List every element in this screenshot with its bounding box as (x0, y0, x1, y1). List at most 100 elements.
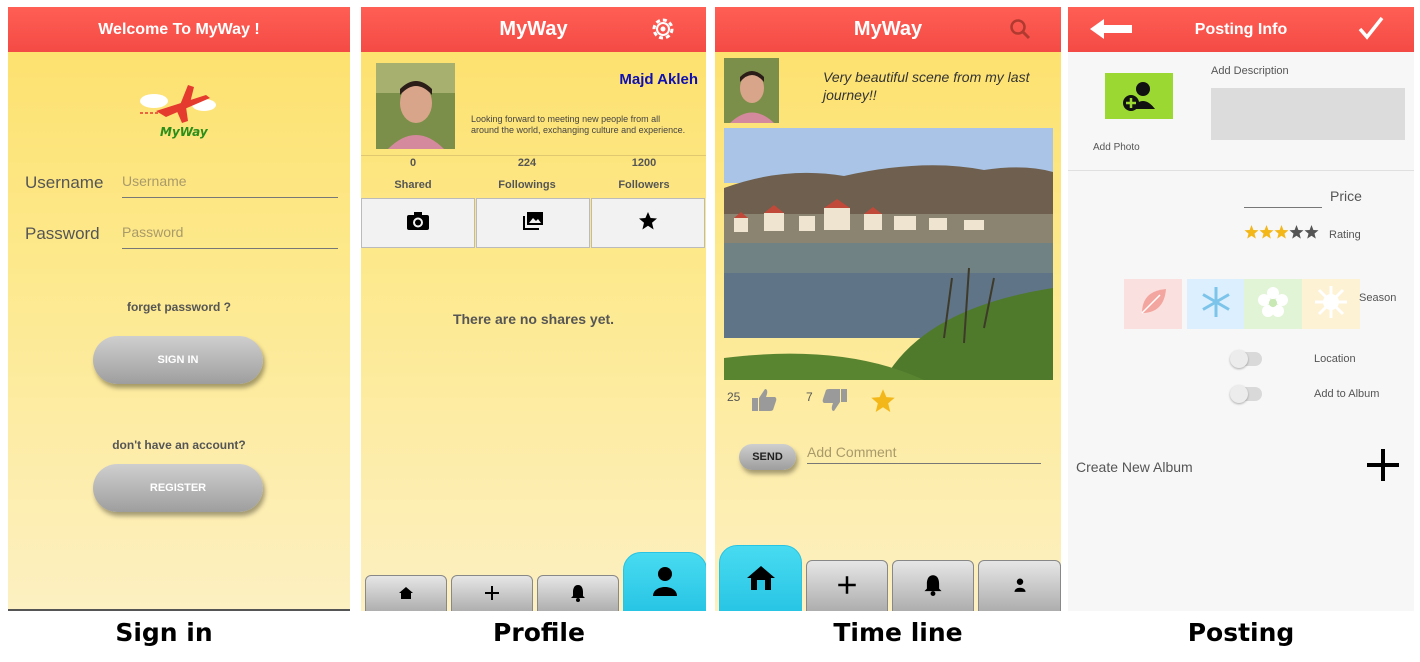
stat-followers[interactable]: 1200 Followers (589, 157, 699, 191)
location-label: Location (1314, 353, 1356, 365)
timeline-screen: MyWay Very beautiful scene from my last … (715, 7, 1061, 611)
profile-bio: Looking forward to meeting new people fr… (471, 114, 686, 135)
description-input[interactable] (1211, 88, 1405, 140)
nav-profile-button[interactable] (978, 560, 1061, 611)
caption-timeline: Time line (833, 618, 963, 647)
forget-password-link[interactable]: forget password ? (8, 300, 350, 314)
thumbs-up-icon[interactable] (751, 388, 777, 417)
nav-notifications-button[interactable] (892, 560, 974, 611)
albums-tab[interactable] (476, 198, 590, 248)
stat-shared[interactable]: 0 Shared (361, 157, 468, 191)
dislike-count: 7 (806, 390, 813, 404)
posting-screen: Posting Info Add Photo Add Description P… (1068, 7, 1414, 611)
add-to-album-toggle[interactable] (1230, 385, 1262, 403)
price-label: Price (1330, 188, 1362, 204)
bottom-divider (8, 609, 350, 611)
camera-icon (406, 211, 430, 236)
stat-followers-label: Followers (618, 179, 670, 191)
bell-icon (570, 584, 586, 607)
search-icon[interactable] (1009, 18, 1031, 46)
posting-header: Posting Info (1068, 7, 1414, 52)
post-author-avatar[interactable] (724, 58, 779, 123)
sun-icon (1314, 285, 1348, 324)
favorite-star-icon[interactable] (870, 388, 896, 419)
price-input[interactable] (1244, 207, 1322, 208)
create-album-plus-icon[interactable] (1365, 447, 1401, 488)
profile-header: MyWay (361, 7, 706, 52)
stat-followers-count: 1200 (631, 157, 657, 169)
profile-title: MyWay (499, 18, 568, 40)
plus-icon (484, 585, 500, 606)
username-field[interactable]: Username (122, 173, 338, 198)
caption-posting: Posting (1187, 618, 1295, 647)
register-button[interactable]: REGISTER (93, 464, 263, 512)
nav-add-button[interactable] (806, 560, 888, 611)
rating-star-filled[interactable] (1244, 225, 1259, 239)
nav-add-button[interactable] (451, 575, 533, 611)
signin-header: Welcome To MyWay ! (8, 7, 350, 52)
leaf-icon (1136, 285, 1170, 324)
season-winter-option[interactable] (1187, 279, 1245, 329)
timeline-header: MyWay (715, 7, 1061, 52)
bell-icon (923, 574, 943, 601)
gallery-icon (522, 211, 544, 236)
username-label: Username (25, 173, 104, 192)
signin-button[interactable]: SIGN IN (93, 336, 263, 384)
post-text: Very beautiful scene from my last journe… (823, 69, 1030, 103)
timeline-title: MyWay (853, 18, 923, 40)
password-field[interactable]: Password (122, 224, 338, 249)
posting-title: Posting Info (1194, 20, 1288, 38)
profile-name: Majd Akleh (619, 71, 698, 88)
rating-star-filled[interactable] (1259, 225, 1274, 239)
add-to-album-label: Add to Album (1314, 388, 1380, 400)
send-comment-button[interactable]: SEND (739, 444, 796, 470)
settings-gear-icon[interactable] (650, 16, 676, 48)
season-label: Season (1359, 292, 1397, 304)
rating-star-empty[interactable] (1304, 225, 1319, 239)
section-divider (1068, 170, 1414, 171)
password-label: Password (25, 224, 100, 243)
photos-tab[interactable] (361, 198, 475, 248)
stat-shared-count: 0 (409, 157, 417, 169)
add-description-label: Add Description (1211, 65, 1289, 77)
user-icon (652, 566, 678, 601)
empty-shares-message: There are no shares yet. (452, 311, 615, 327)
favorites-tab[interactable] (591, 198, 705, 248)
season-autumn-option[interactable] (1124, 279, 1182, 329)
rating-stars[interactable] (1244, 224, 1320, 240)
location-toggle[interactable] (1230, 350, 1262, 368)
caption-signin: Sign in (115, 618, 213, 647)
stat-shared-label: Shared (394, 179, 432, 191)
back-arrow-icon[interactable] (1088, 17, 1134, 46)
nav-notifications-button[interactable] (537, 575, 619, 611)
rating-star-empty[interactable] (1289, 225, 1304, 239)
profile-avatar[interactable] (376, 63, 455, 149)
confirm-check-icon[interactable] (1358, 16, 1384, 45)
rating-star-filled[interactable] (1274, 225, 1289, 239)
profile-screen: MyWay Majd Akleh Looking forward to meet… (361, 7, 706, 611)
add-photo-label: Add Photo (1093, 142, 1140, 153)
no-account-text: don't have an account? (112, 438, 246, 452)
stat-followings-count: 224 (517, 157, 537, 169)
myway-logo: MyWay (136, 79, 222, 141)
create-album-label: Create New Album (1076, 459, 1193, 475)
stat-followings[interactable]: 224 Followings (472, 157, 582, 191)
flower-icon (1256, 285, 1290, 324)
nav-home-button[interactable] (719, 545, 802, 611)
star-icon (638, 211, 658, 236)
home-icon (745, 564, 777, 597)
add-photo-icon[interactable] (1105, 73, 1173, 119)
stats-divider (361, 155, 706, 156)
stat-followings-label: Followings (498, 179, 556, 191)
post-photo[interactable] (724, 128, 1053, 380)
plus-icon (837, 575, 857, 600)
like-count: 25 (727, 390, 741, 404)
signin-title: Welcome To MyWay ! (98, 20, 260, 38)
season-summer-option[interactable] (1302, 279, 1360, 329)
nav-home-button[interactable] (365, 575, 447, 611)
nav-profile-button[interactable] (623, 552, 706, 611)
logo-text: MyWay (160, 125, 209, 139)
thumbs-down-icon[interactable] (822, 388, 848, 417)
comment-input[interactable]: Add Comment (807, 444, 1041, 464)
season-spring-option[interactable] (1244, 279, 1302, 329)
